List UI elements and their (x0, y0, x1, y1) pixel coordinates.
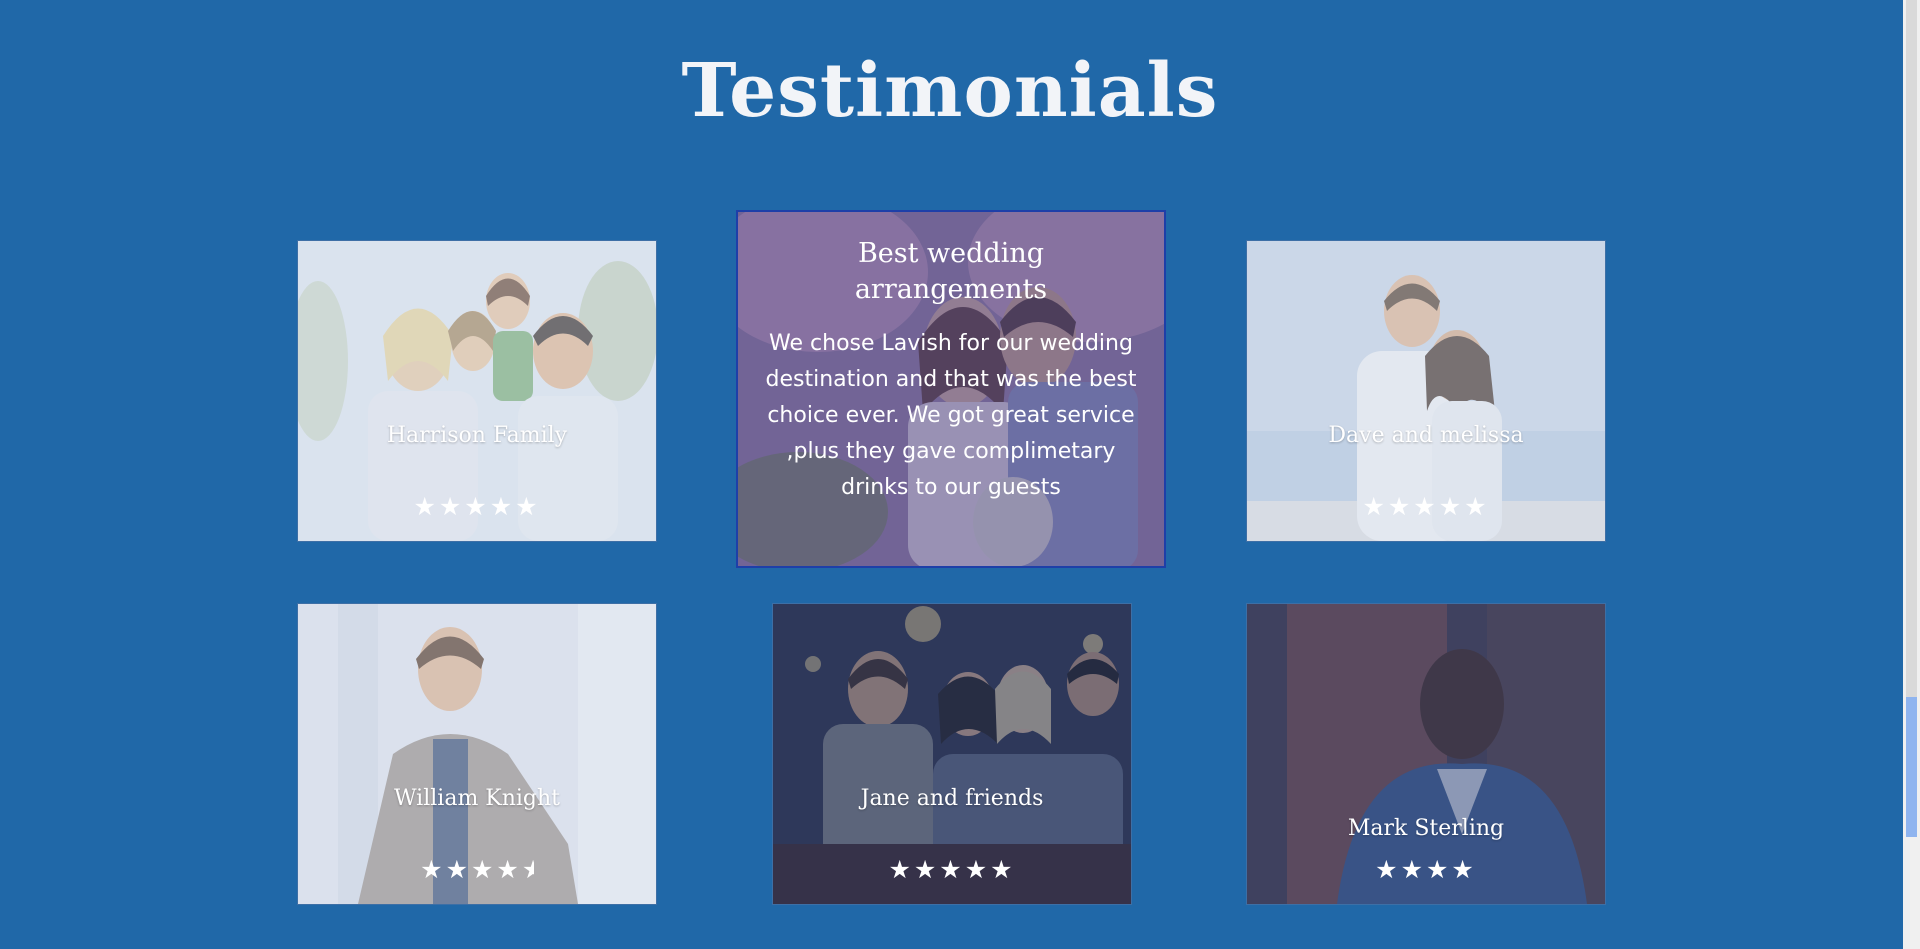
star-icon: ★★★★ (1375, 855, 1477, 884)
testimonial-card-william-knight[interactable]: William Knight ★★★★★ (297, 603, 657, 905)
half-star-icon: ★ (522, 856, 534, 884)
testimonial-card-jane-and-friends[interactable]: Jane and friends ★★★★★ (772, 603, 1132, 905)
testimonial-card-featured[interactable]: Best wedding arrangements We chose Lavis… (736, 210, 1166, 568)
testimonial-card-mark-sterling[interactable]: Mark Sterling ★★★★ (1246, 603, 1606, 905)
star-icon: ★★★★ (420, 855, 522, 884)
page-title: Testimonials (681, 48, 1219, 134)
rating-stars: ★★★★ (1247, 856, 1605, 884)
testimonial-name: Mark Sterling (1347, 816, 1505, 841)
testimonial-title: Best wedding arrangements (854, 238, 1048, 305)
rating-stars: ★★★★★ (298, 493, 656, 521)
testimonial-name: Harrison Family (386, 423, 568, 448)
rating-stars: ★★★★★ (298, 856, 656, 884)
testimonial-card-harrison-family[interactable]: Harrison Family ★★★★★ (297, 240, 657, 542)
star-icon: ★★★★★ (888, 855, 1016, 884)
testimonial-name: William Knight (393, 786, 561, 811)
rating-stars: ★★★★★ (1247, 493, 1605, 521)
star-icon: ★★★★★ (1362, 492, 1490, 521)
testimonial-quote: We chose Lavish for our wedding destinat… (765, 331, 1137, 500)
testimonial-name: Jane and friends (860, 786, 1044, 811)
scrollbar-track[interactable] (1906, 0, 1917, 698)
star-icon: ★★★★★ (413, 492, 541, 521)
testimonial-name: Dave and melissa (1328, 423, 1524, 448)
scrollbar-thumb[interactable] (1906, 697, 1917, 837)
page-scrollbar[interactable] (1903, 0, 1920, 949)
rating-stars: ★★★★★ (773, 856, 1131, 884)
testimonial-card-dave-and-melissa[interactable]: Dave and melissa ★★★★★ (1246, 240, 1606, 542)
